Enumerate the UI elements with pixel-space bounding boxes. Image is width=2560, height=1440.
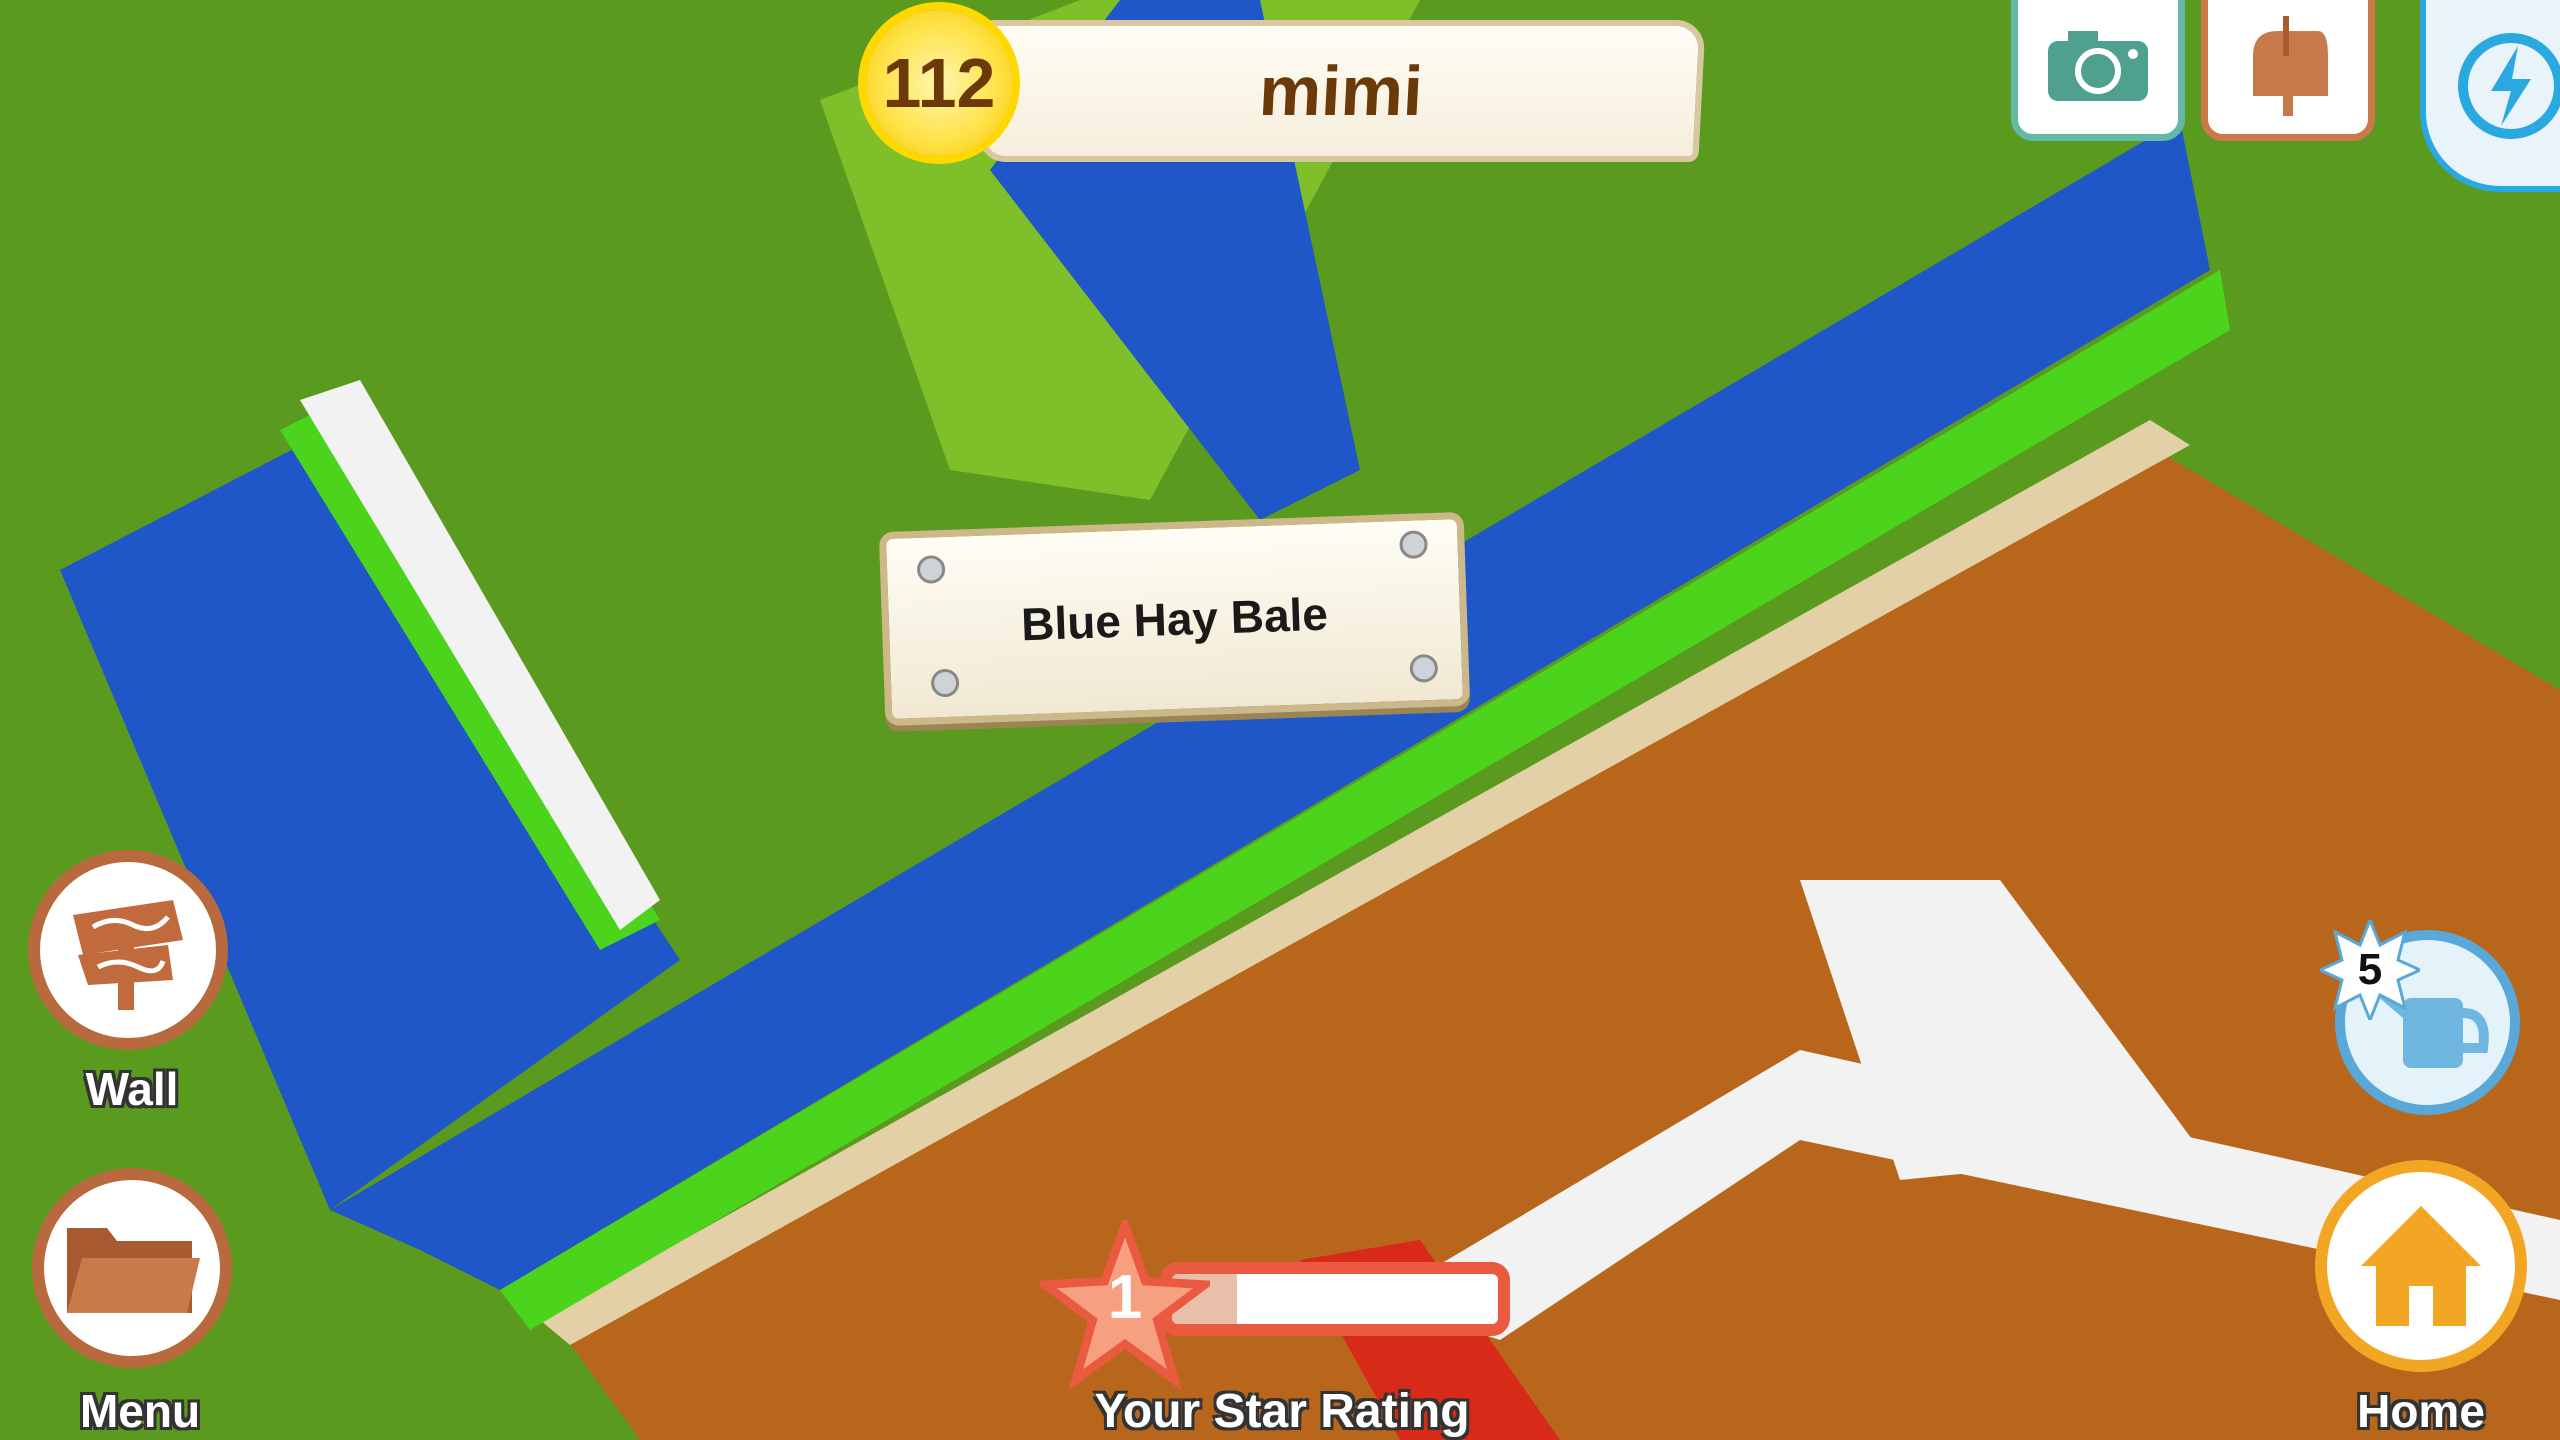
nail xyxy=(916,554,946,584)
wall-button[interactable] xyxy=(28,850,228,1050)
home-button[interactable] xyxy=(2315,1160,2527,1372)
nail xyxy=(1409,653,1439,683)
nail xyxy=(1399,530,1429,560)
home-label: Home xyxy=(2357,1385,2485,1437)
folder-icon xyxy=(67,1228,200,1313)
star-rating-badge: 1 xyxy=(1033,1212,1217,1391)
energy-button[interactable] xyxy=(2420,0,2560,192)
lightning-icon xyxy=(2458,33,2560,139)
item-name: Blue Hay Bale xyxy=(1020,587,1329,651)
level-badge: 112 xyxy=(866,10,1012,156)
mailbox-icon xyxy=(2253,15,2328,116)
nail xyxy=(930,668,960,698)
house-icon xyxy=(2361,1206,2481,1326)
farm-scene[interactable] xyxy=(0,0,2560,1440)
item-tooltip-sign: Blue Hay Bale xyxy=(878,511,1471,727)
star-rating-progress-bar xyxy=(1160,1262,1510,1336)
level-number: 112 xyxy=(882,44,996,122)
camera-button[interactable] xyxy=(2011,0,2185,141)
star-rating-label: Your Star Rating xyxy=(1094,1385,1470,1438)
player-name-banner: mimi xyxy=(976,20,1706,162)
player-name: mimi xyxy=(1257,52,1425,130)
wall-label: Wall xyxy=(85,1063,179,1115)
star-level: 1 xyxy=(1107,1263,1143,1332)
menu-button[interactable] xyxy=(32,1168,232,1368)
mailbox-button[interactable] xyxy=(2201,0,2375,141)
camera-icon xyxy=(2048,30,2148,101)
signpost-icon xyxy=(73,900,183,1010)
watering-count: 5 xyxy=(2357,945,2383,994)
watering-count-badge: 5 xyxy=(2320,920,2420,1020)
menu-label: Menu xyxy=(79,1385,201,1437)
